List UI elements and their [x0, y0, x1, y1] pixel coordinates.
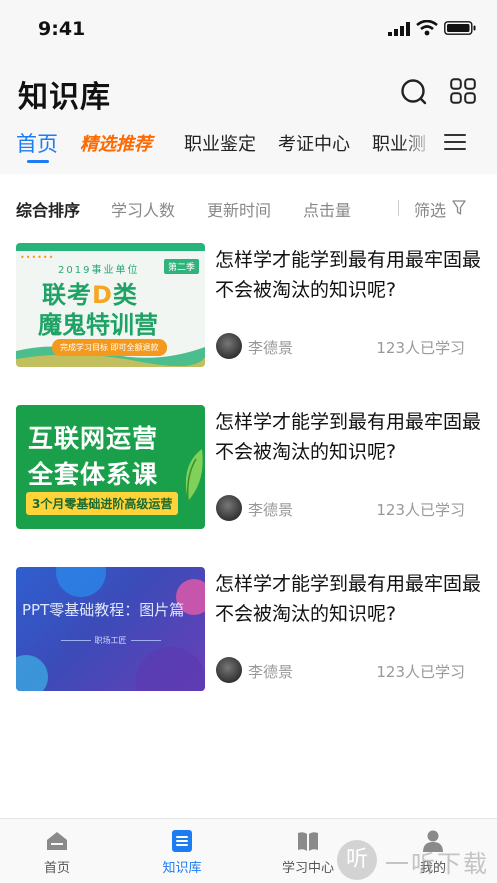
tab-vocational-appraisal[interactable]: 职业鉴定 [184, 130, 256, 156]
signal-icon [388, 22, 410, 36]
status-bar: 9:41 [0, 0, 497, 56]
thumb-blob-decoration [136, 647, 205, 691]
thumb-brand-label: 职场工匠 [94, 636, 127, 645]
tab-active-indicator [27, 160, 49, 163]
sort-comprehensive[interactable]: 综合排序 [16, 197, 80, 221]
course-thumbnail[interactable]: PPT零基础教程：图片篇 职场工匠 [16, 567, 205, 691]
learner-count: 123人已学习 [376, 339, 465, 357]
author-name: 李德景 [248, 339, 294, 357]
tab-fade-overlay [400, 124, 436, 160]
search-icon[interactable] [400, 78, 428, 106]
tab-home[interactable]: 首页 [16, 128, 58, 158]
thumb-subheadline: 魔鬼特训营 [38, 311, 158, 339]
avatar [216, 657, 242, 683]
tab-certification-center[interactable]: 考证中心 [278, 130, 350, 156]
author-name: 李德景 [248, 501, 294, 519]
thumb-refund-pill: 完成学习目标 即可全额退款 [52, 339, 167, 356]
course-thumbnail[interactable]: 互联网运营 全套体系课 3个月零基础进阶高级运营 [16, 405, 205, 529]
sort-learners[interactable]: 学习人数 [111, 197, 175, 221]
item-title[interactable]: 怎样学才能学到最有用最牢固最不会被淘汰的知识呢? [215, 407, 485, 467]
learner-count: 123人已学习 [376, 663, 465, 681]
leaf-decoration [185, 449, 203, 502]
list-item[interactable]: •••••• 2019事业单位 第二季 联考D类 魔鬼特训营 完成学习目标 即可… [0, 243, 497, 393]
course-thumbnail[interactable]: •••••• 2019事业单位 第二季 联考D类 魔鬼特训营 完成学习目标 即可… [16, 243, 205, 367]
thumb-blob-decoration [16, 655, 48, 691]
wifi-icon [416, 20, 438, 36]
thumb-band [16, 243, 205, 251]
thumb-brand: 职场工匠 [16, 635, 205, 646]
thumb-subheadline: 全套体系课 [28, 460, 159, 489]
app-header: 知识库 首页 精选推荐 职业鉴定 考证中心 职业测 [0, 56, 497, 174]
nav-label: 知识库 [162, 861, 202, 876]
menu-icon[interactable] [444, 133, 466, 151]
sort-clicks[interactable]: 点击量 [303, 197, 351, 221]
thumb-headline: 互联网运营 [28, 424, 159, 453]
avatar [216, 333, 242, 359]
avatar [216, 495, 242, 521]
category-tabs: 首页 精选推荐 职业鉴定 考证中心 职业测 [0, 124, 497, 170]
list-item[interactable]: 互联网运营 全套体系课 3个月零基础进阶高级运营 怎样学才能学到最有用最牢固最不… [0, 405, 497, 555]
item-title[interactable]: 怎样学才能学到最有用最牢固最不会被淘汰的知识呢? [215, 569, 485, 629]
thumb-line: 2019事业单位 [58, 265, 140, 276]
watermark: 听 一听下载 [337, 838, 497, 880]
sort-updated[interactable]: 更新时间 [207, 197, 271, 221]
page-title: 知识库 [18, 80, 111, 115]
nav-label: 首页 [43, 861, 70, 876]
watermark-text: 一听下载 [385, 850, 489, 878]
home-icon [47, 832, 67, 850]
knowledge-icon [172, 830, 192, 852]
thumb-season-badge: 第二季 [164, 259, 200, 274]
status-time: 9:41 [38, 18, 86, 40]
category-grid-icon[interactable] [450, 78, 476, 104]
sort-bar: 综合排序 学习人数 更新时间 点击量 筛选 [0, 178, 497, 236]
thumb-dots-decoration: •••••• [20, 253, 55, 262]
filter-button[interactable]: 筛选 [414, 197, 446, 221]
book-icon [298, 832, 318, 851]
thumb-blob-decoration [56, 567, 106, 597]
item-title[interactable]: 怎样学才能学到最有用最牢固最不会被淘汰的知识呢? [215, 245, 485, 305]
author-name: 李德景 [248, 663, 294, 681]
watermark-logo: 听 [337, 840, 377, 880]
thumb-tagline-bar: 3个月零基础进阶高级运营 [26, 492, 179, 515]
battery-icon [444, 21, 476, 35]
nav-knowledge[interactable]: 知识库 [137, 819, 227, 883]
list-item[interactable]: PPT零基础教程：图片篇 职场工匠 怎样学才能学到最有用最牢固最不会被淘汰的知识… [0, 567, 497, 717]
learner-count: 123人已学习 [376, 501, 465, 519]
filter-icon[interactable] [452, 200, 466, 216]
nav-home[interactable]: 首页 [12, 819, 102, 883]
tab-featured[interactable]: 精选推荐 [80, 130, 152, 156]
thumb-headline: PPT零基础教程：图片篇 [22, 601, 185, 619]
sort-divider [398, 200, 399, 216]
